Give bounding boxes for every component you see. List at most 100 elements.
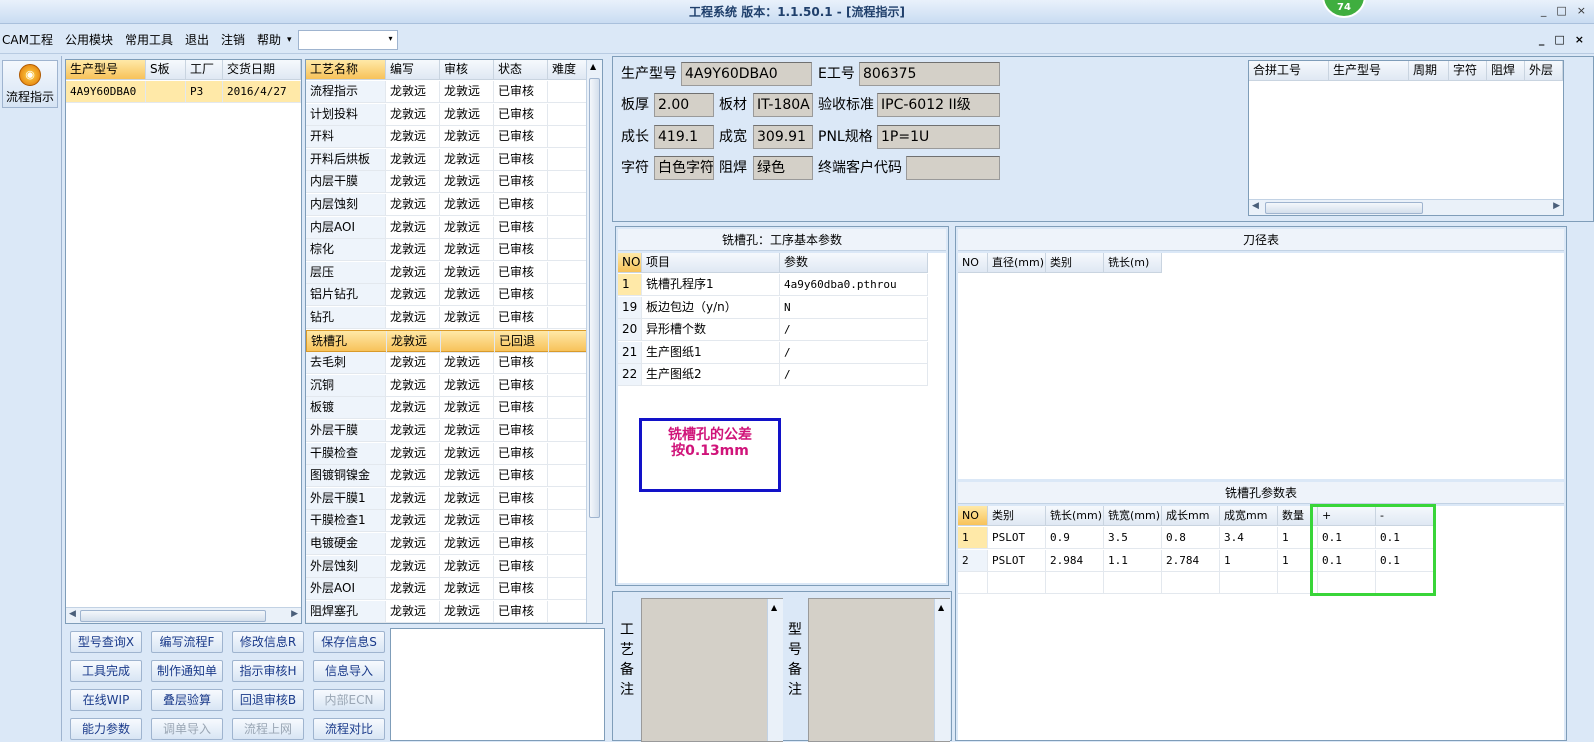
table-cell[interactable]: / xyxy=(780,364,928,386)
table-row[interactable]: 开料 龙敦远 龙敦远 已审核 xyxy=(306,126,588,149)
scroll-left-icon[interactable]: ◀ xyxy=(1252,201,1259,211)
column-header[interactable]: NO xyxy=(618,253,642,273)
table-cell[interactable]: 已审核 xyxy=(494,216,548,239)
table-cell[interactable]: 龙敦远 xyxy=(386,284,440,307)
table-cell[interactable]: 板边包边（y/n） xyxy=(642,296,780,319)
table-cell[interactable] xyxy=(548,307,588,329)
table-cell[interactable]: 龙敦远 xyxy=(440,397,494,420)
table-cell[interactable]: 龙敦远 xyxy=(386,487,440,510)
table-cell[interactable]: 外层AOI xyxy=(306,578,386,601)
table-cell[interactable]: 已审核 xyxy=(494,600,548,623)
table-row[interactable]: 棕化 龙敦远 龙敦远 已审核 xyxy=(306,239,588,262)
table-cell[interactable] xyxy=(548,216,588,239)
column-header[interactable]: 成长mm xyxy=(1162,506,1220,526)
table-cell[interactable]: / xyxy=(780,341,928,364)
column-header[interactable]: 铣宽(mm) xyxy=(1104,506,1162,526)
table-cell[interactable]: 已审核 xyxy=(494,420,548,442)
table-cell[interactable]: 龙敦远 xyxy=(440,442,494,465)
table-cell[interactable]: 外层干膜 xyxy=(306,420,386,442)
table-cell[interactable]: 棕化 xyxy=(306,239,386,262)
table-cell[interactable]: 龙敦远 xyxy=(386,442,440,465)
table-row[interactable]: 计划投料 龙敦远 龙敦远 已审核 xyxy=(306,103,588,126)
table-cell[interactable]: 已审核 xyxy=(494,533,548,555)
table-cell[interactable]: 外层干膜1 xyxy=(306,487,386,510)
table-row[interactable]: 层压 龙敦远 龙敦远 已审核 xyxy=(306,261,588,284)
action-button[interactable]: 指示审核H xyxy=(232,660,304,682)
table-row[interactable]: 内层AOI 龙敦远 龙敦远 已审核 xyxy=(306,216,588,239)
table-cell[interactable]: 龙敦远 xyxy=(386,81,440,103)
table-cell[interactable] xyxy=(548,510,588,533)
table-cell[interactable]: 龙敦远 xyxy=(386,578,440,601)
table-cell[interactable] xyxy=(549,330,589,353)
menu-cam[interactable]: CAM工程 xyxy=(0,31,59,48)
table-row[interactable]: 干膜检查 龙敦远 龙敦远 已审核 xyxy=(306,442,588,465)
width-field[interactable]: 309.91 xyxy=(753,125,813,149)
table-cell[interactable]: 图镀铜镍金 xyxy=(306,465,386,488)
table-cell[interactable]: 2016/4/27 xyxy=(223,81,301,103)
scroll-up-icon[interactable]: ▲ xyxy=(768,603,777,612)
column-header[interactable]: 状态 xyxy=(494,60,548,80)
table-cell[interactable]: 22 xyxy=(618,364,642,386)
table-cell[interactable]: 龙敦远 xyxy=(440,600,494,623)
character-field[interactable]: 白色字符 xyxy=(654,156,714,180)
table-cell[interactable]: 龙敦远 xyxy=(386,307,440,329)
table-cell[interactable]: 龙敦远 xyxy=(386,555,440,578)
column-header[interactable]: 项目 xyxy=(642,253,780,273)
table-row[interactable]: 外层干膜1 龙敦远 龙敦远 已审核 xyxy=(306,487,588,510)
table-cell[interactable]: 2.784 xyxy=(1162,549,1220,572)
mdi-minimize-icon[interactable]: _ xyxy=(1539,33,1545,46)
process-remark-field[interactable] xyxy=(641,598,783,742)
table-cell[interactable]: 龙敦远 xyxy=(386,194,440,216)
table-row[interactable]: 干膜检查1 龙敦远 龙敦远 已审核 xyxy=(306,510,588,533)
pnl-field[interactable]: 1P=1U xyxy=(877,125,1000,149)
table-cell[interactable]: 2.984 xyxy=(1046,549,1104,572)
column-header[interactable]: 生产型号 xyxy=(66,60,146,80)
table-cell[interactable]: 已审核 xyxy=(494,239,548,262)
table-cell[interactable] xyxy=(441,330,495,353)
table-cell[interactable]: 0.9 xyxy=(1046,527,1104,549)
table-row[interactable]: 内层蚀刻 龙敦远 龙敦远 已审核 xyxy=(306,194,588,216)
empty-cell[interactable] xyxy=(1046,572,1104,594)
table-row[interactable]: 铣槽孔 龙敦远 已回退 xyxy=(306,329,589,353)
scroll-up-icon[interactable]: ▲ xyxy=(935,603,944,612)
table-cell[interactable]: 干膜检查 xyxy=(306,442,386,465)
empty-cell[interactable] xyxy=(1220,572,1278,594)
table-cell[interactable] xyxy=(548,126,588,149)
table-cell[interactable] xyxy=(548,487,588,510)
action-button[interactable]: 在线WIP xyxy=(70,689,142,711)
table-cell[interactable]: 已审核 xyxy=(494,510,548,533)
table-cell[interactable] xyxy=(548,148,588,171)
mask-field[interactable]: 绿色 xyxy=(753,156,813,180)
column-header[interactable]: 铣长(m) xyxy=(1104,253,1162,273)
table-cell[interactable]: 龙敦远 xyxy=(440,510,494,533)
table-cell[interactable] xyxy=(548,397,588,420)
table-cell[interactable]: 1 xyxy=(618,274,642,296)
table-cell[interactable]: 龙敦远 xyxy=(386,533,440,555)
action-button[interactable]: 编写流程F xyxy=(151,631,223,653)
empty-cell[interactable] xyxy=(1162,572,1220,594)
table-cell[interactable] xyxy=(548,533,588,555)
table-cell[interactable]: 龙敦远 xyxy=(440,194,494,216)
table-cell[interactable]: 龙敦远 xyxy=(440,261,494,284)
table-cell[interactable]: 外层蚀刻 xyxy=(306,555,386,578)
table-cell[interactable]: 龙敦远 xyxy=(440,374,494,397)
table-cell[interactable]: 流程指示 xyxy=(306,81,386,103)
action-button[interactable]: 流程上网 xyxy=(232,718,304,740)
table-cell[interactable]: 板镀 xyxy=(306,397,386,420)
table-cell[interactable]: 龙敦远 xyxy=(440,352,494,375)
action-button[interactable]: 叠层验算 xyxy=(151,689,223,711)
table-cell[interactable] xyxy=(548,442,588,465)
column-header[interactable]: 工艺名称 xyxy=(306,60,386,80)
action-button[interactable]: 信息导入 xyxy=(313,660,385,682)
table-row[interactable]: 外层AOI 龙敦远 龙敦远 已审核 xyxy=(306,578,588,601)
table-cell[interactable]: 4A9Y60DBA0 xyxy=(66,81,146,103)
table-cell[interactable]: 龙敦远 xyxy=(440,81,494,103)
menu-exit[interactable]: 退出 xyxy=(179,31,215,48)
table-cell[interactable]: 龙敦远 xyxy=(440,420,494,442)
material-field[interactable]: IT-180A xyxy=(753,93,813,117)
action-button[interactable]: 内部ECN xyxy=(313,689,385,711)
menu-logout[interactable]: 注销 xyxy=(215,31,251,48)
action-button[interactable]: 流程对比 xyxy=(313,718,385,740)
column-header[interactable]: 周期 xyxy=(1409,61,1449,81)
table-cell[interactable]: 龙敦远 xyxy=(440,171,494,194)
